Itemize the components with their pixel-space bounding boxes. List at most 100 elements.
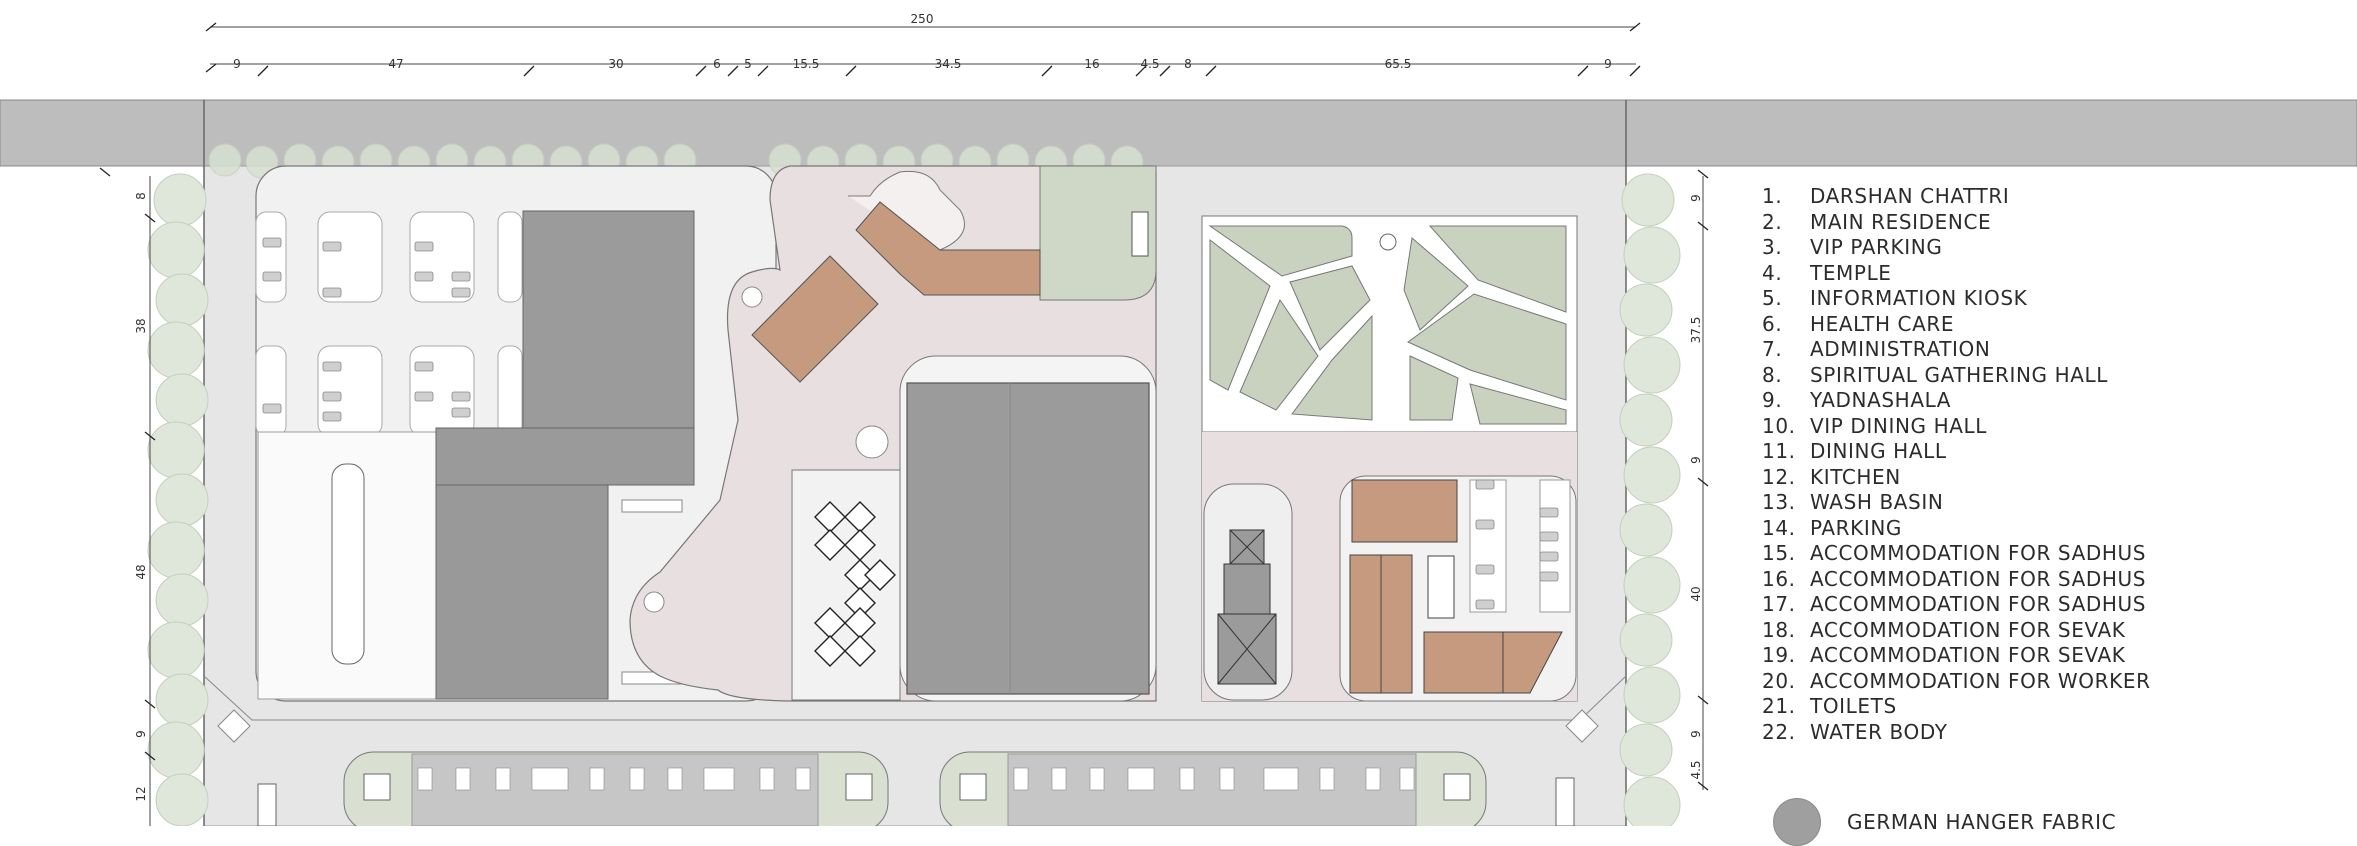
legend-item: 4. TEMPLE [1762, 261, 2151, 287]
legend-item-number: 1. [1762, 184, 1783, 208]
legend-item: 8. SPIRITUAL GATHERING HALL [1762, 363, 2151, 389]
long-dining-table [331, 463, 365, 665]
legend-item: 10. VIP DINING HALL [1762, 414, 2151, 440]
legend-item: 20. ACCOMMODATION FOR WORKER [1762, 669, 2151, 695]
tree-row-left [147, 173, 209, 826]
legend-item-label: MAIN RESIDENCE [1810, 209, 1992, 234]
legend-item-number: 18. [1762, 617, 1796, 642]
legend-item-label: VIP DINING HALL [1810, 413, 1987, 438]
toilet-block-east [1555, 777, 1575, 826]
legend-item-number: 19. [1762, 643, 1796, 667]
legend-item-label: INFORMATION KIOSK [1810, 286, 2028, 310]
legend-item-label: ACCOMMODATION FOR SADHUS [1810, 592, 2147, 616]
dim-top-5: 5 [744, 57, 752, 71]
legend-item: 12. KITCHEN [1762, 465, 2151, 491]
legend-item-label: HEALTH CARE [1810, 311, 1955, 336]
legend-item-label: ACCOMMODATION FOR SADHUS [1810, 541, 2147, 565]
admin-roof [435, 427, 695, 486]
dim-top-7: 34.5 [935, 57, 962, 71]
dim-top-2: 47 [388, 57, 403, 71]
legend-item-number: 20. [1762, 668, 1796, 693]
legend-item-label: PARKING [1810, 515, 1903, 540]
dim-right-6: 4.5 [1689, 760, 1703, 779]
legend-item-number: 14. [1762, 515, 1796, 540]
plaza-tree-2 [855, 425, 889, 459]
legend-item: 3. VIP PARKING [1762, 235, 2151, 261]
legend-item: 21. TOILETS [1762, 694, 2151, 720]
legend-item-label: YADNASHALA [1810, 388, 1952, 412]
legend-item-label: ACCOMMODATION FOR SEVAK [1810, 617, 2126, 642]
dim-right-1: 9 [1689, 194, 1703, 202]
sevak-water-tank [1427, 555, 1455, 619]
temple-fountain [1379, 233, 1397, 251]
legend-item-number: 12. [1762, 464, 1796, 489]
top-road [0, 99, 2357, 167]
legend-item: 19. ACCOMMODATION FOR SEVAK [1762, 643, 2151, 669]
legend-item-number: 22. [1762, 719, 1796, 744]
legend: 1. DARSHAN CHATTRI 2. MAIN RESIDENCE 3. VIP P… [1762, 184, 2151, 745]
legend-item: 1. DARSHAN CHATTRI [1762, 184, 2151, 210]
legend-item: 6. HEALTH CARE [1762, 312, 2151, 338]
legend-item-number: 17. [1762, 592, 1796, 616]
dim-top-1: 9 [233, 57, 241, 71]
dim-right-2: 37.5 [1689, 317, 1703, 344]
bench-1 [621, 499, 683, 513]
legend-item-number: 21. [1762, 694, 1796, 718]
legend-item: 13. WASH BASIN [1762, 490, 2151, 516]
gathering-hall-roof [906, 382, 1150, 695]
legend-item-number: 10. [1762, 413, 1796, 438]
legend-item-label: ACCOMMODATION FOR SEVAK [1810, 643, 2126, 667]
material-label: GERMAN HANGER FABRIC [1847, 810, 2117, 834]
dim-left-4: 9 [134, 730, 148, 738]
legend-item-label: TEMPLE [1810, 260, 1892, 285]
dim-left-3: 48 [134, 564, 148, 579]
dim-top-4: 6 [713, 57, 721, 71]
dim-top-10: 8 [1184, 57, 1192, 71]
dim-top-3: 30 [608, 57, 623, 71]
dim-right-5: 9 [1689, 730, 1703, 738]
legend-item-label: ADMINISTRATION [1810, 337, 1991, 361]
legend-item-number: 4. [1762, 260, 1783, 285]
dim-top-9: 4.5 [1140, 57, 1159, 71]
legend-item: 9. YADNASHALA [1762, 388, 2151, 414]
legend-item: 5. INFORMATION KIOSK [1762, 286, 2151, 312]
kiosk-box [1131, 211, 1149, 257]
legend-item: 16. ACCOMMODATION FOR SADHUS [1762, 567, 2151, 593]
dim-left-2: 38 [134, 318, 148, 333]
legend-item: 14. PARKING [1762, 516, 2151, 542]
legend-item-label: ACCOMMODATION FOR SADHUS [1810, 566, 2147, 591]
legend-item-number: 3. [1762, 235, 1783, 259]
legend-item-number: 5. [1762, 286, 1783, 310]
legend-item-label: WATER BODY [1810, 719, 1948, 744]
legend-item-label: ACCOMMODATION FOR WORKER [1810, 668, 2151, 693]
dining-hall-roof [435, 484, 609, 700]
legend-item-number: 7. [1762, 337, 1783, 361]
legend-item-number: 11. [1762, 439, 1796, 463]
dim-right-4: 40 [1689, 586, 1703, 601]
legend-item-label: DINING HALL [1810, 439, 1947, 463]
dim-top-8: 16 [1084, 57, 1099, 71]
legend-item-number: 16. [1762, 566, 1796, 591]
tree-row-right [1619, 173, 1681, 826]
legend-item: 11. DINING HALL [1762, 439, 2151, 465]
legend-item: 7. ADMINISTRATION [1762, 337, 2151, 363]
legend-item: 15. ACCOMMODATION FOR SADHUS [1762, 541, 2151, 567]
material-legend: GERMAN HANGER FABRIC [1773, 798, 2116, 846]
legend-item-label: VIP PARKING [1810, 235, 1943, 259]
dim-top-12: 9 [1604, 57, 1612, 71]
legend-item-number: 8. [1762, 362, 1783, 387]
legend-item: 2. MAIN RESIDENCE [1762, 210, 2151, 236]
legend-item-label: KITCHEN [1810, 464, 1901, 489]
dim-left-5: 12 [134, 786, 148, 801]
dim-top-11: 65.5 [1385, 57, 1412, 71]
legend-item-number: 13. [1762, 490, 1796, 514]
legend-item-number: 9. [1762, 388, 1783, 412]
legend-item: 22. WATER BODY [1762, 720, 2151, 746]
dim-right-3: 9 [1689, 456, 1703, 464]
legend-item-number: 6. [1762, 311, 1783, 336]
legend-item-label: SPIRITUAL GATHERING HALL [1810, 362, 2109, 387]
dim-top-total: 250 [911, 12, 934, 26]
dim-left-1: 8 [134, 192, 148, 200]
toilet-block-west [257, 783, 277, 826]
legend-item-number: 2. [1762, 209, 1783, 234]
